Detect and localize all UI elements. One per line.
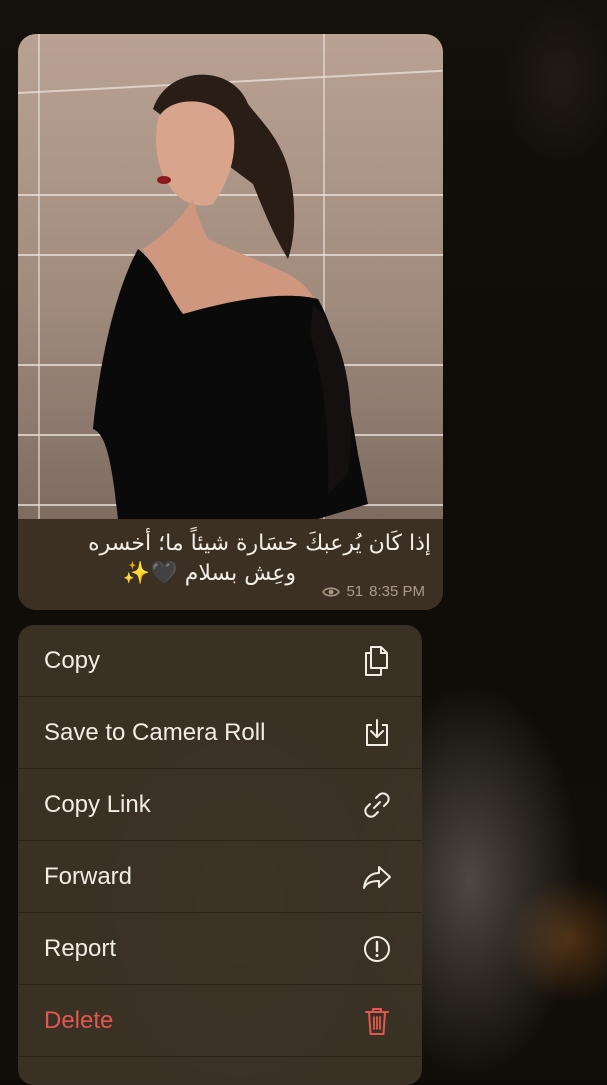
caption-line-1: إذا كَان يُرعبكَ خسَارة شيئاً ما؛ أخسره: [88, 531, 431, 556]
menu-item-label: Copy Link: [44, 790, 151, 818]
menu-item-copy[interactable]: Copy: [18, 625, 422, 697]
message-bubble[interactable]: إذا كَان يُرعبكَ خسَارة شيئاً ما؛ أخسره …: [18, 34, 443, 610]
save-icon: [360, 716, 394, 750]
context-menu: Copy Save to Camera Roll Copy Link Forwa…: [18, 625, 422, 1085]
menu-item-forward[interactable]: Forward: [18, 841, 422, 913]
link-icon: [360, 788, 394, 822]
menu-item-copy-link[interactable]: Copy Link: [18, 769, 422, 841]
copy-icon: [360, 644, 394, 678]
menu-item-report[interactable]: Report: [18, 913, 422, 985]
menu-item-label: Forward: [44, 862, 133, 890]
message-time: 8:35 PM: [369, 583, 425, 600]
report-icon: [360, 932, 394, 966]
woman-figure: [93, 74, 368, 519]
message-caption: إذا كَان يُرعبكَ خسَارة شيئاً ما؛ أخسره …: [31, 529, 431, 589]
message-photo[interactable]: [18, 34, 443, 519]
forward-icon: [360, 860, 394, 894]
message-meta: 51 8:35 PM: [322, 583, 425, 600]
message-caption-area: إذا كَان يُرعبكَ خسَارة شيئاً ما؛ أخسره …: [18, 519, 443, 610]
trash-icon: [360, 1004, 394, 1038]
menu-item-label: Delete: [44, 1006, 114, 1034]
view-count: 51: [346, 583, 364, 600]
eye-icon: [322, 586, 341, 597]
menu-item-label: Copy: [44, 646, 101, 674]
menu-item-delete[interactable]: Delete: [18, 985, 422, 1057]
menu-item-save-to-camera-roll[interactable]: Save to Camera Roll: [18, 697, 422, 769]
menu-item-label: Report: [44, 934, 117, 962]
menu-item-label: Save to Camera Roll: [44, 718, 266, 746]
